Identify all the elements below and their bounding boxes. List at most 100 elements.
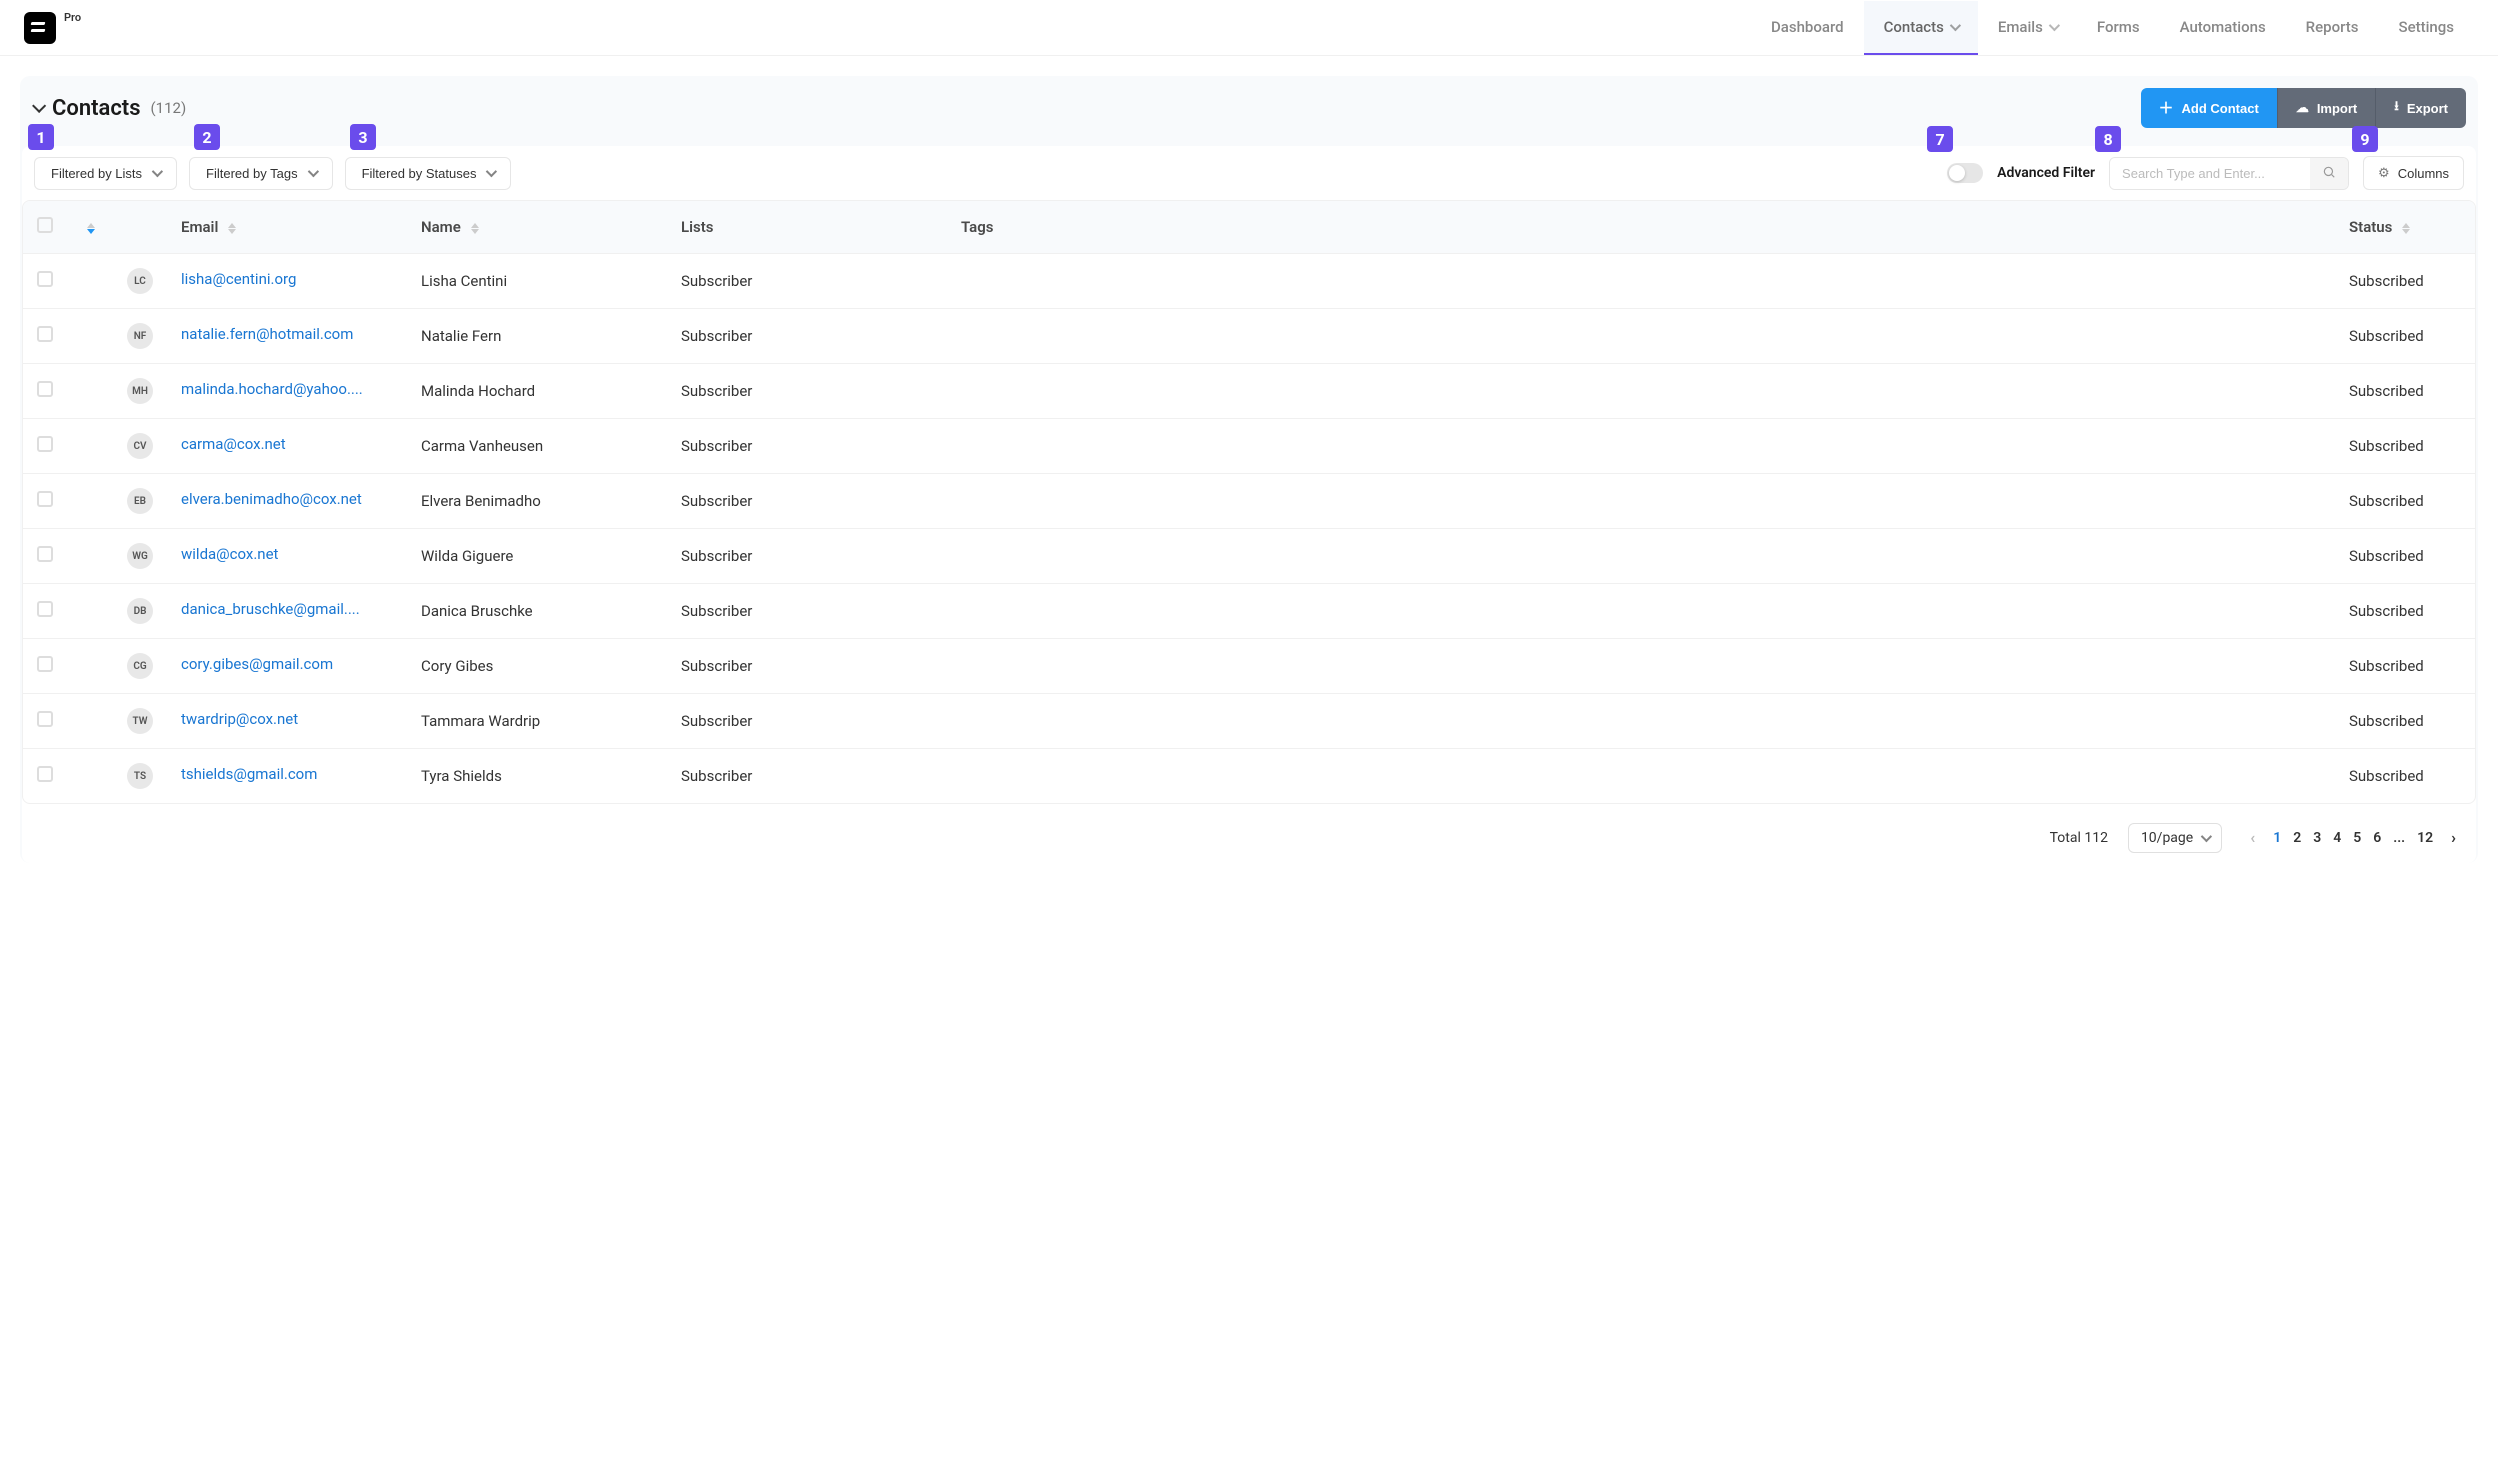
nav-reports[interactable]: Reports — [2286, 1, 2379, 55]
contact-status: Subscribed — [2335, 749, 2475, 804]
row-checkbox[interactable] — [37, 601, 53, 617]
search-button[interactable] — [2310, 158, 2348, 189]
contact-name: Carma Vanheusen — [407, 419, 667, 474]
contact-name: Malinda Hochard — [407, 364, 667, 419]
gear-icon: ⚙ — [2378, 165, 2390, 181]
page-number[interactable]: 3 — [2307, 824, 2327, 852]
avatar: WG — [127, 543, 153, 569]
page-number[interactable]: 1 — [2267, 824, 2287, 852]
avatar: CV — [127, 433, 153, 459]
col-email-header[interactable]: Email — [167, 201, 407, 254]
row-checkbox[interactable] — [37, 271, 53, 287]
contact-lists: Subscriber — [667, 749, 947, 804]
contact-status: Subscribed — [2335, 584, 2475, 639]
search-wrap — [2109, 157, 2349, 190]
table-row: EB elvera.benimadho@cox.net Elvera Benim… — [23, 474, 2475, 529]
page-size-select[interactable]: 10/page — [2128, 823, 2222, 853]
nav-dashboard[interactable]: Dashboard — [1751, 1, 1864, 55]
sort-up-icon — [471, 223, 479, 228]
select-all-checkbox[interactable] — [37, 217, 53, 233]
filter-group: Filtered by Lists Filtered by Tags Filte… — [34, 157, 511, 190]
contact-lists: Subscriber — [667, 364, 947, 419]
contact-tags — [947, 254, 2335, 309]
contact-tags — [947, 694, 2335, 749]
annotation-badge-1: 1 — [28, 124, 54, 150]
chevron-down-icon[interactable] — [32, 99, 46, 113]
filter-lists-label: Filtered by Lists — [51, 166, 142, 181]
email-link[interactable]: natalie.fern@hotmail.com — [181, 329, 353, 347]
page-next[interactable]: › — [2443, 822, 2464, 853]
page-number[interactable]: 6 — [2367, 824, 2387, 852]
chevron-down-icon — [1950, 19, 1961, 30]
search-input[interactable] — [2110, 158, 2310, 189]
page-number[interactable]: 12 — [2411, 824, 2439, 852]
nav-forms[interactable]: Forms — [2077, 1, 2160, 55]
email-link[interactable]: elvera.benimadho@cox.net — [181, 494, 362, 512]
row-checkbox[interactable] — [37, 766, 53, 782]
brand-label: Pro — [64, 11, 81, 24]
row-checkbox[interactable] — [37, 711, 53, 727]
contact-name: Tyra Shields — [407, 749, 667, 804]
filter-tags-button[interactable]: Filtered by Tags — [189, 157, 333, 190]
nav-contacts[interactable]: Contacts — [1864, 1, 1978, 55]
page-number[interactable]: 4 — [2327, 824, 2347, 852]
sort-down-icon — [2402, 229, 2410, 234]
col-name-header[interactable]: Name — [407, 201, 667, 254]
col-status-header[interactable]: Status — [2335, 201, 2475, 254]
cloud-upload-icon: ☁ — [2296, 100, 2309, 116]
row-checkbox[interactable] — [37, 381, 53, 397]
row-checkbox[interactable] — [37, 326, 53, 342]
add-contact-button[interactable]: ＋ Add Contact — [2141, 88, 2277, 128]
contact-name: Cory Gibes — [407, 639, 667, 694]
email-link[interactable]: danica_bruschke@gmail.... — [181, 604, 360, 622]
table-row: MH malinda.hochard@yahoo.... Malinda Hoc… — [23, 364, 2475, 419]
contact-tags — [947, 529, 2335, 584]
email-link[interactable]: tshields@gmail.com — [181, 769, 317, 787]
annotation-badge-8: 8 — [2095, 126, 2121, 152]
contact-status: Subscribed — [2335, 639, 2475, 694]
nav-emails[interactable]: Emails — [1978, 1, 2077, 55]
page-count: (112) — [151, 99, 187, 117]
nav-automations[interactable]: Automations — [2160, 1, 2286, 55]
contact-status: Subscribed — [2335, 254, 2475, 309]
email-link[interactable]: cory.gibes@gmail.com — [181, 659, 333, 677]
avatar: NF — [127, 323, 153, 349]
row-checkbox[interactable] — [37, 546, 53, 562]
email-link[interactable]: twardrip@cox.net — [181, 714, 298, 732]
row-checkbox[interactable] — [37, 656, 53, 672]
contact-lists: Subscriber — [667, 584, 947, 639]
contact-status: Subscribed — [2335, 309, 2475, 364]
chevron-down-icon — [2201, 830, 2212, 841]
page-number[interactable]: 2 — [2287, 824, 2307, 852]
contact-lists: Subscriber — [667, 639, 947, 694]
advanced-filter-toggle[interactable] — [1947, 163, 1983, 183]
sort-column[interactable] — [67, 201, 113, 254]
avatar: MH — [127, 378, 153, 404]
page-number[interactable]: 5 — [2347, 824, 2367, 852]
contact-status: Subscribed — [2335, 419, 2475, 474]
table-wrap: Email Name Lists Tags Status — [22, 200, 2476, 804]
contact-lists: Subscriber — [667, 309, 947, 364]
email-link[interactable]: carma@cox.net — [181, 439, 286, 457]
email-link[interactable]: wilda@cox.net — [181, 549, 278, 567]
sort-up-icon — [2402, 223, 2410, 228]
pagination: Total 112 10/page ‹ 123456...12 › — [22, 804, 2476, 859]
import-button[interactable]: ☁ Import — [2277, 88, 2375, 128]
page-prev[interactable]: ‹ — [2242, 822, 2263, 853]
advanced-filter-label: Advanced Filter — [1997, 165, 2095, 181]
top-nav: Dashboard Contacts Emails Forms Automati… — [1751, 1, 2474, 55]
columns-button[interactable]: ⚙ Columns — [2363, 156, 2464, 190]
nav-settings[interactable]: Settings — [2378, 1, 2474, 55]
row-checkbox[interactable] — [37, 436, 53, 452]
avatar: DB — [127, 598, 153, 624]
plus-icon: ＋ — [2159, 101, 2174, 116]
contact-tags — [947, 364, 2335, 419]
email-link[interactable]: malinda.hochard@yahoo.... — [181, 384, 363, 402]
filter-lists-button[interactable]: Filtered by Lists — [34, 157, 177, 190]
page-title-wrap: Contacts (112) — [32, 96, 186, 121]
email-link[interactable]: lisha@centini.org — [181, 274, 296, 292]
export-button[interactable]: ⭳ Export — [2375, 88, 2466, 128]
contact-tags — [947, 749, 2335, 804]
filter-statuses-button[interactable]: Filtered by Statuses — [345, 157, 512, 190]
row-checkbox[interactable] — [37, 491, 53, 507]
